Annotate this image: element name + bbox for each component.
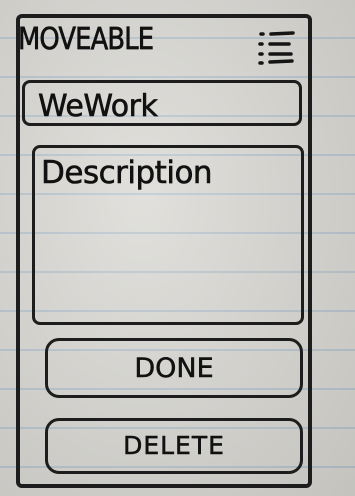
name-input[interactable]: WeWork bbox=[22, 80, 302, 126]
description-textarea[interactable]: Description bbox=[32, 145, 304, 325]
description-placeholder: Description bbox=[41, 155, 213, 192]
app-title: MOVEABLE bbox=[18, 22, 155, 58]
done-button[interactable]: DONE bbox=[45, 338, 303, 398]
delete-button[interactable]: DELETE bbox=[45, 418, 303, 474]
name-input-value: WeWork bbox=[38, 89, 158, 125]
list-menu-icon[interactable] bbox=[255, 30, 297, 66]
